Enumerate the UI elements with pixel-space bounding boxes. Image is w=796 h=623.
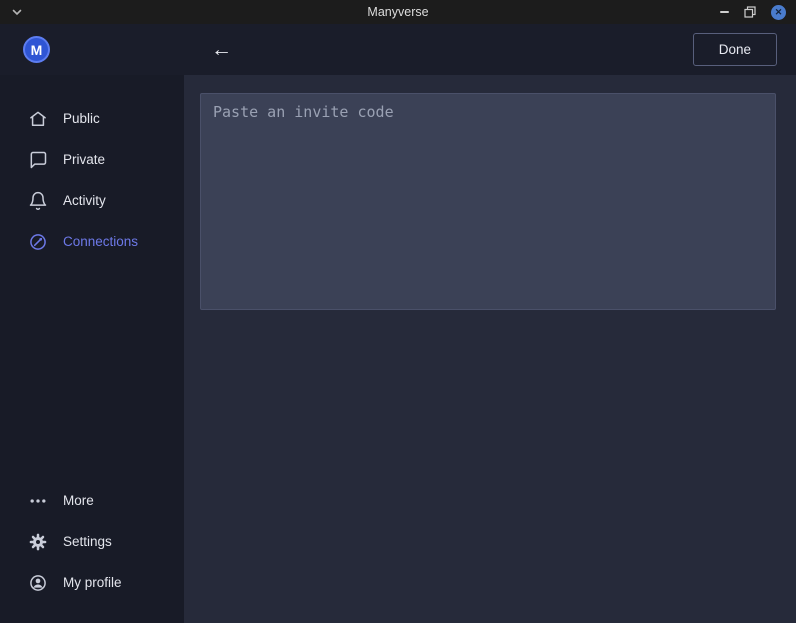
sidebar-spacer xyxy=(0,262,184,480)
back-button[interactable]: ← xyxy=(211,39,232,60)
minimize-button[interactable] xyxy=(720,11,729,13)
sidebar-item-label: More xyxy=(63,493,94,508)
sidebar-item-public[interactable]: Public xyxy=(0,98,184,139)
done-button[interactable]: Done xyxy=(693,33,777,66)
app-header: M ← Done xyxy=(0,24,796,75)
minimize-icon xyxy=(720,11,729,13)
sidebar-item-label: Activity xyxy=(63,193,106,208)
public-icon xyxy=(28,109,48,129)
sidebar-item-label: Settings xyxy=(63,534,112,549)
close-button[interactable]: ✕ xyxy=(771,5,786,20)
header-logo-area: M xyxy=(0,36,184,63)
sidebar-item-settings[interactable]: Settings xyxy=(0,521,184,562)
main-panel xyxy=(184,75,796,623)
sidebar-item-label: Connections xyxy=(63,234,138,249)
sidebar: Public Private Activity Connections xyxy=(0,75,184,623)
sidebar-item-label: My profile xyxy=(63,575,122,590)
private-icon xyxy=(28,150,48,170)
connections-icon xyxy=(28,232,48,252)
window-menu-chevron-icon[interactable] xyxy=(12,9,22,16)
sidebar-item-label: Public xyxy=(63,111,100,126)
more-icon xyxy=(28,491,48,511)
settings-icon xyxy=(28,532,48,552)
window-title: Manyverse xyxy=(0,5,796,19)
titlebar: Manyverse ✕ xyxy=(0,0,796,24)
restore-icon xyxy=(744,6,756,18)
content-area: Public Private Activity Connections xyxy=(0,75,796,623)
activity-icon xyxy=(28,191,48,211)
manyverse-logo-icon: M xyxy=(23,36,50,63)
invite-code-input[interactable] xyxy=(200,93,776,310)
restore-button[interactable] xyxy=(744,6,756,18)
sidebar-item-private[interactable]: Private xyxy=(0,139,184,180)
sidebar-item-activity[interactable]: Activity xyxy=(0,180,184,221)
sidebar-item-more[interactable]: More xyxy=(0,480,184,521)
profile-icon xyxy=(28,573,48,593)
sidebar-item-my-profile[interactable]: My profile xyxy=(0,562,184,603)
sidebar-item-label: Private xyxy=(63,152,105,167)
sidebar-item-connections[interactable]: Connections xyxy=(0,221,184,262)
